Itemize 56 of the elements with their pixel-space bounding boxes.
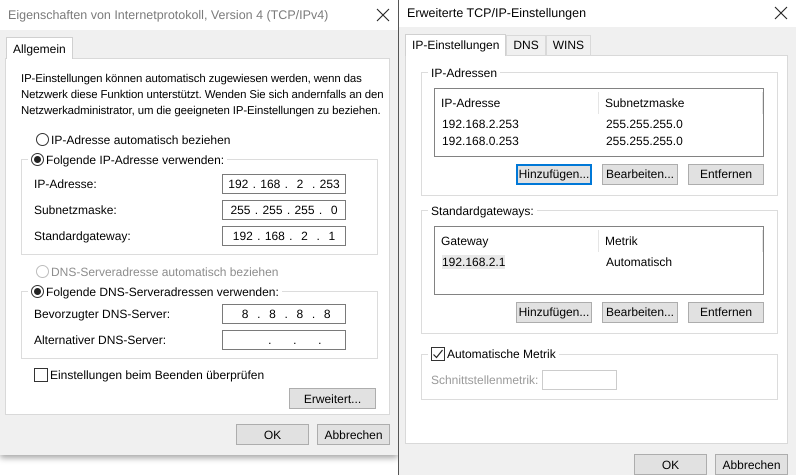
input-field[interactable]: 8 . 8 . 8 . 8: [222, 304, 346, 324]
tab[interactable]: DNS: [506, 34, 546, 55]
list-cell[interactable]: 192.168.2.1: [442, 255, 506, 270]
checkbox[interactable]: [34, 368, 48, 382]
list-box[interactable]: IP-Adresse Subnetzmaske 192.168.2.253 255.255.255.0 192.168.0.253 255.255.255.0: [434, 88, 764, 157]
list-box[interactable]: Gateway Metrik 192.168.2.1 Automatisch: [434, 226, 764, 295]
list-cell[interactable]: 192.168.2.253: [442, 117, 519, 132]
button[interactable]: Abbrechen: [715, 454, 788, 475]
column-header[interactable]: Subnetzmaske: [599, 92, 763, 114]
column-header[interactable]: IP-Adresse: [435, 92, 599, 114]
checkbox[interactable]: [431, 347, 445, 362]
window-title: Erweiterte TCP/IP-Einstellungen: [407, 6, 586, 20]
button[interactable]: Entfernen: [688, 302, 764, 323]
button[interactable]: Hinzufügen...: [516, 164, 592, 185]
field-label: IP-Adresse:: [34, 177, 97, 191]
column-header[interactable]: Metrik: [599, 230, 763, 252]
radio-label[interactable]: Folgende IP-Adresse verwenden:: [46, 152, 224, 166]
list-cell[interactable]: Automatisch: [606, 255, 672, 270]
input-field[interactable]: 192 . 168 . 2 . 253: [222, 174, 346, 194]
input-field[interactable]: [542, 370, 618, 390]
field-label: Alternativer DNS-Server:: [34, 333, 166, 347]
button[interactable]: Hinzufügen...: [516, 302, 592, 323]
button[interactable]: Bearbeiten...: [602, 164, 678, 185]
close-icon[interactable]: [774, 6, 788, 20]
field-label: Bevorzugter DNS-Server:: [34, 307, 170, 321]
list-cell[interactable]: 255.255.255.0: [606, 117, 683, 132]
field-label: Schnittstellenmetrik:: [431, 372, 538, 387]
input-field[interactable]: 255 . 255 . 255 . 0: [222, 200, 346, 220]
button[interactable]: OK: [236, 424, 309, 445]
advanced-button[interactable]: Erweitert...: [289, 388, 376, 409]
list-cell[interactable]: 192.168.0.253: [442, 134, 519, 148]
window-title: Eigenschaften von Internetprotokoll, Version 4 (TCP/IPv4): [8, 8, 328, 22]
tab[interactable]: IP-Einstellungen: [405, 34, 506, 56]
group-title: IP-Adressen: [431, 66, 498, 80]
radio-button[interactable]: [36, 133, 49, 146]
radio-label[interactable]: Folgende DNS-Serveradressen verwenden:: [46, 284, 279, 298]
checkbox-label[interactable]: Automatische Metrik: [447, 347, 556, 362]
input-field[interactable]: . . .: [222, 330, 346, 350]
group-title: Standardgateways:: [431, 204, 534, 218]
input-field[interactable]: 192 . 168 . 2 . 1: [222, 226, 346, 246]
list-cell[interactable]: 255.255.255.0: [606, 134, 683, 148]
radio-label[interactable]: IP-Adresse automatisch beziehen: [51, 132, 230, 146]
radio-button[interactable]: [31, 285, 44, 298]
tab[interactable]: Allgemein: [6, 37, 73, 59]
button[interactable]: Bearbeiten...: [602, 302, 678, 323]
column-header[interactable]: Gateway: [435, 230, 599, 252]
button[interactable]: Abbrechen: [317, 424, 390, 445]
checkbox-label[interactable]: Einstellungen beim Beenden überprüfen: [50, 368, 264, 382]
button[interactable]: Entfernen: [688, 164, 764, 185]
field-label: Subnetzmaske:: [34, 203, 117, 217]
tab[interactable]: WINS: [546, 34, 592, 55]
field-label: Standardgateway:: [34, 229, 131, 243]
close-icon[interactable]: [376, 8, 390, 22]
radio-button[interactable]: [31, 153, 44, 166]
description-text: IP-Einstellungen können automatisch zugewiesen werden, wenn das Netzwerk diese Funktion unterstützt. Wenden Sie sich andernfalls an den Netzwerkadministrator, um die geeigneten IP-Einstellungen zu beziehen.: [21, 72, 384, 119]
button[interactable]: OK: [634, 454, 707, 475]
